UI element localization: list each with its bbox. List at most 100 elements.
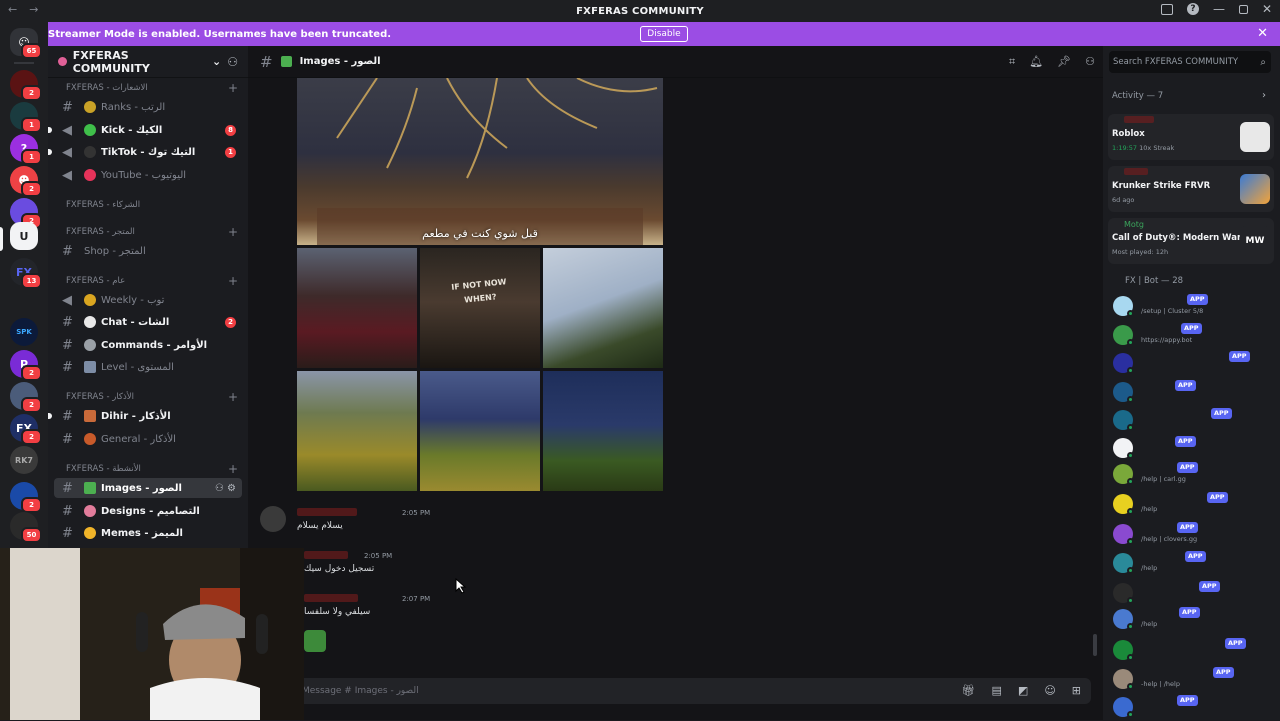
channel-chat[interactable]: # Chat - الشات 2 (54, 312, 242, 332)
message-author-redacted[interactable] (297, 508, 357, 516)
bot-member-row[interactable]: APP (1103, 349, 1280, 377)
activity-meta: Most played: 12h (1112, 248, 1169, 256)
unread-badge: 2 (21, 497, 42, 513)
photo-tree-1[interactable] (297, 371, 417, 491)
apps-icon[interactable]: ⊞ (1072, 684, 1081, 697)
gift-icon[interactable]: 🎁︎ (962, 684, 976, 697)
prayer-beads-emoji-icon (84, 433, 96, 445)
forward-arrow-icon[interactable]: → (29, 3, 38, 16)
notification-bell-icon[interactable]: 🔔︎ (1029, 55, 1043, 69)
server-icon[interactable]: ? 1 (10, 134, 42, 165)
channel-category[interactable]: FXFERAS - عام + (48, 273, 248, 289)
bot-member-row[interactable]: APP -help | /help (1103, 665, 1280, 693)
bot-member-row[interactable]: APP (1103, 434, 1280, 462)
photo-flowers-dusk[interactable] (297, 248, 417, 368)
sticker-icon[interactable]: ◩ (1018, 684, 1028, 697)
gif-icon[interactable]: ▤ (992, 684, 1002, 697)
composer-placeholder: Message # Images - الصور (302, 686, 419, 696)
channel-memes[interactable]: # Memes - الميمز (54, 523, 242, 543)
pin-icon[interactable]: 📌︎ (1057, 55, 1071, 69)
channel-shop[interactable]: # Shop - المتجر (54, 241, 242, 261)
chevron-right-icon[interactable]: › (1262, 90, 1266, 101)
add-channel-icon[interactable]: + (228, 274, 238, 288)
channel-weekly[interactable]: ◀ Weekly - توب (54, 290, 242, 310)
server-icon[interactable]: 2 (10, 482, 42, 513)
bot-member-row[interactable]: APP (1103, 406, 1280, 434)
maximize-button[interactable] (1238, 4, 1248, 14)
minimize-button[interactable]: — (1213, 2, 1225, 16)
message-composer[interactable]: Message # Images - الصور 🎁︎ ▤ ◩ ☺ ⊞ (288, 678, 1091, 704)
activity-header: Activity — 7 (1112, 91, 1164, 101)
server-icon-fxferas[interactable]: U (10, 222, 38, 250)
channel-dihir[interactable]: # Dihir - الأذكار (48, 406, 242, 426)
member-list-icon[interactable]: ⚇ (1085, 55, 1095, 69)
bot-member-row[interactable]: APP/help | clovers.gg (1103, 520, 1280, 548)
bot-member-row[interactable]: APP (1103, 636, 1280, 664)
threads-icon[interactable]: ⌗ (1009, 55, 1015, 69)
photo-tree-2[interactable] (420, 371, 540, 491)
close-banner-icon[interactable]: ✕ (1257, 26, 1268, 41)
activity-card[interactable]: Motg Call of Duty®: Modern Warf... Most … (1108, 218, 1274, 264)
user-avatar[interactable] (260, 506, 286, 532)
add-channel-icon[interactable]: + (228, 225, 238, 239)
server-icon[interactable]: 1 (10, 102, 42, 133)
bot-member-row[interactable]: APP (1103, 693, 1280, 721)
server-icon[interactable]: SPK (10, 318, 38, 346)
bot-member-row[interactable]: APP/help | carl.gg (1103, 460, 1280, 488)
add-channel-icon[interactable]: + (228, 390, 238, 404)
bot-member-row[interactable]: APP/help (1103, 605, 1280, 633)
chat-scrollbar[interactable] (1093, 634, 1097, 656)
photo-tree-sky[interactable] (543, 248, 663, 368)
photo-cafe-interior[interactable]: IF NOT NOW WHEN? (420, 248, 540, 368)
add-channel-icon[interactable]: + (228, 462, 238, 476)
channel-images[interactable]: # Images - الصور ⚇ ⚙ (54, 478, 242, 498)
channel-level[interactable]: # Level - المستوى (54, 357, 242, 377)
photo-palm-restaurant[interactable]: قبل شوي كنت في مطعم (297, 78, 663, 245)
channel-category[interactable]: FXFERAS - الاشعارات + (48, 80, 248, 96)
channel-category[interactable]: FXFERAS - المتجر + (48, 224, 248, 240)
bot-member-row[interactable]: APP (1103, 579, 1280, 607)
channel-ranks[interactable]: # Ranks - الرتب (54, 97, 242, 117)
bot-member-row[interactable]: APP (1103, 378, 1280, 406)
server-icon[interactable]: FX 13 (10, 258, 42, 289)
photo-tree-3[interactable] (543, 371, 663, 491)
bot-member-row[interactable]: APP/setup | Cluster 5/8 (1103, 292, 1280, 320)
direct-messages-button[interactable]: ☺ 65 (10, 28, 42, 59)
activity-card[interactable]: Krunker Strike FRVR 6d ago (1108, 166, 1274, 212)
channel-settings-icons[interactable]: ⚇ ⚙ (215, 483, 236, 494)
sticker-image[interactable] (304, 630, 326, 652)
server-icon[interactable]: P2 (10, 350, 42, 381)
inbox-icon[interactable] (1160, 3, 1173, 15)
invite-people-icon[interactable]: ⚇ (227, 55, 238, 69)
channel-general[interactable]: # General - الأذكار (54, 429, 242, 449)
channel-category[interactable]: FXFERAS - الأذكار + (48, 389, 248, 405)
message-author-redacted[interactable] (304, 594, 358, 602)
server-icon[interactable]: 2 (10, 70, 42, 101)
server-header[interactable]: FXFERAS COMMUNITY ⌄ ⚇ (48, 46, 248, 78)
help-icon[interactable]: ? (1186, 3, 1199, 15)
close-window-button[interactable]: ✕ (1262, 2, 1272, 16)
add-channel-icon[interactable]: + (228, 81, 238, 95)
channel-youtube[interactable]: ◀ YouTube - اليوتيوب (54, 165, 242, 185)
server-icon[interactable]: 50 (10, 512, 42, 543)
channel-category[interactable]: FXFERAS - الشركاء (48, 197, 248, 213)
server-icon[interactable]: RK7 (10, 446, 38, 474)
channel-commands[interactable]: # Commands - الأوامر (54, 335, 242, 355)
channel-category[interactable]: FXFERAS - الأنشطة + (48, 461, 248, 477)
server-icon[interactable]: FX 2 (10, 414, 42, 445)
bot-member-row[interactable]: APP https://appy.bot (1103, 321, 1280, 349)
channel-tiktok[interactable]: ◀ TikTok - التيك توك 1 (48, 142, 242, 162)
emoji-icon[interactable]: ☺ (1044, 684, 1055, 697)
message-author-redacted[interactable] (304, 551, 348, 559)
search-input[interactable]: Search FXFERAS COMMUNITY ⌕ (1109, 51, 1271, 73)
picture-emoji-icon (280, 56, 292, 67)
bot-member-row[interactable]: APP/help (1103, 549, 1280, 577)
back-arrow-icon[interactable]: ← (8, 3, 17, 16)
activity-card[interactable]: Roblox 1:19:57 10x Streak (1108, 114, 1274, 160)
tiktok-logo-icon (84, 146, 96, 158)
channel-designs[interactable]: # Designs - التصاميم (54, 501, 242, 521)
server-icon[interactable]: 2 (10, 382, 42, 413)
channel-kick[interactable]: ◀ Kick - الكيك 8 (48, 120, 242, 140)
bot-member-row[interactable]: APP/help (1103, 490, 1280, 518)
server-icon[interactable]: ☻ 2 (10, 166, 42, 197)
